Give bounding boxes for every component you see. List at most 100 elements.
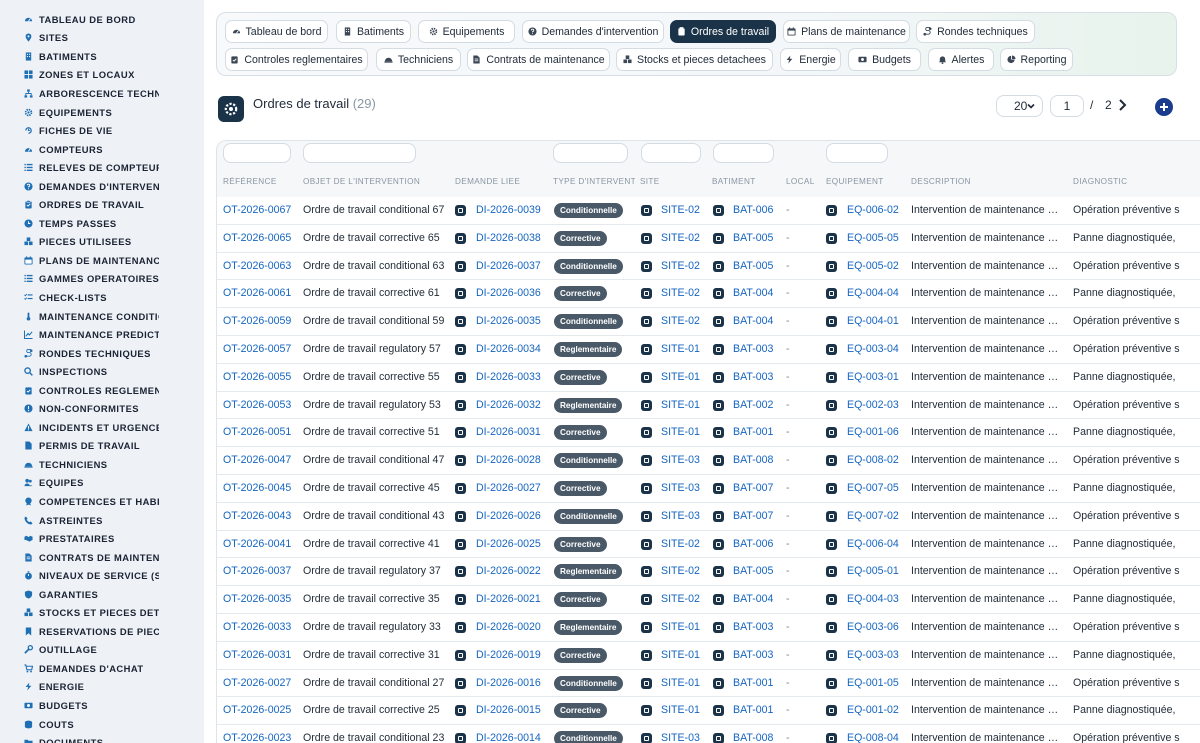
sidebar-item-competences-et-habilitations[interactable]: COMPETENCES ET HABILITATIONS [0, 492, 204, 511]
external-link-icon[interactable] [641, 427, 652, 439]
sidebar-item-permis-de-travail[interactable]: PERMIS DE TRAVAIL [0, 437, 204, 456]
site-link[interactable]: SITE-03 [661, 482, 709, 494]
external-link-icon[interactable] [455, 705, 466, 717]
external-link-icon[interactable] [641, 594, 652, 606]
sidebar-item-techniciens[interactable]: TECHNICIENS [0, 455, 204, 474]
sidebar-item-maintenance-predictive[interactable]: MAINTENANCE PREDICTIVE [0, 325, 204, 344]
external-link-icon[interactable] [641, 677, 652, 689]
external-link-icon[interactable] [455, 649, 466, 661]
tab-techniciens[interactable]: Techniciens [376, 48, 461, 71]
work-order-reference-link[interactable]: OT-2026-0065 [223, 232, 299, 244]
external-link-icon[interactable] [455, 566, 466, 578]
external-link-icon[interactable] [713, 288, 724, 300]
building-link[interactable]: BAT-005 [733, 565, 783, 577]
external-link-icon[interactable] [641, 288, 652, 300]
sidebar-item-compteurs[interactable]: COMPTEURS [0, 140, 204, 159]
sidebar-item-inspections[interactable]: INSPECTIONS [0, 362, 204, 381]
table-row[interactable]: OT-2026-0031 Ordre de travail corrective … [217, 642, 1200, 670]
tab-stocks-et-pieces-detachees[interactable]: Stocks et pieces detachees [616, 48, 773, 71]
chevron-right-icon[interactable] [1116, 96, 1130, 114]
tab-equipements[interactable]: Equipements [418, 20, 515, 43]
linked-request-link[interactable]: DI-2026-0014 [476, 732, 552, 743]
equipment-link[interactable]: EQ-001-06 [847, 426, 907, 438]
work-order-reference-link[interactable]: OT-2026-0051 [223, 426, 299, 438]
sidebar-item-couts[interactable]: COUTS [0, 715, 204, 734]
linked-request-link[interactable]: DI-2026-0031 [476, 426, 552, 438]
external-link-icon[interactable] [826, 371, 837, 383]
external-link-icon[interactable] [455, 371, 466, 383]
filter-batiment-input[interactable] [713, 143, 774, 163]
table-row[interactable]: OT-2026-0043 Ordre de travail conditional… [217, 503, 1200, 531]
external-link-icon[interactable] [455, 316, 466, 328]
linked-request-link[interactable]: DI-2026-0028 [476, 454, 552, 466]
linked-request-link[interactable]: DI-2026-0027 [476, 482, 552, 494]
external-link-icon[interactable] [641, 399, 652, 411]
linked-request-link[interactable]: DI-2026-0026 [476, 510, 552, 522]
sidebar-item-gammes-operatoires[interactable]: GAMMES OPERATOIRES [0, 270, 204, 289]
external-link-icon[interactable] [455, 733, 466, 743]
building-link[interactable]: BAT-001 [733, 677, 783, 689]
work-order-reference-link[interactable]: OT-2026-0057 [223, 343, 299, 355]
column-header-description[interactable]: DESCRIPTION [911, 177, 1067, 186]
tab-budgets[interactable]: Budgets [848, 48, 921, 71]
work-order-reference-link[interactable]: OT-2026-0045 [223, 482, 299, 494]
external-link-icon[interactable] [455, 343, 466, 355]
filter-site-input[interactable] [641, 143, 701, 163]
equipment-link[interactable]: EQ-004-03 [847, 593, 907, 605]
equipment-link[interactable]: EQ-004-01 [847, 315, 907, 327]
external-link-icon[interactable] [713, 343, 724, 355]
external-link-icon[interactable] [826, 594, 837, 606]
external-link-icon[interactable] [826, 316, 837, 328]
equipment-link[interactable]: EQ-001-05 [847, 677, 907, 689]
building-link[interactable]: BAT-004 [733, 287, 783, 299]
linked-request-link[interactable]: DI-2026-0025 [476, 538, 552, 550]
external-link-icon[interactable] [713, 677, 724, 689]
linked-request-link[interactable]: DI-2026-0035 [476, 315, 552, 327]
table-row[interactable]: OT-2026-0025 Ordre de travail corrective … [217, 697, 1200, 726]
work-order-reference-link[interactable]: OT-2026-0041 [223, 538, 299, 550]
external-link-icon[interactable] [455, 455, 466, 467]
external-link-icon[interactable] [455, 677, 466, 689]
external-link-icon[interactable] [641, 343, 652, 355]
external-link-icon[interactable] [641, 455, 652, 467]
external-link-icon[interactable] [641, 510, 652, 522]
sidebar-item-equipes[interactable]: EQUIPES [0, 474, 204, 493]
external-link-icon[interactable] [455, 510, 466, 522]
filter-objet-input[interactable] [303, 143, 416, 163]
external-link-icon[interactable] [641, 316, 652, 328]
building-link[interactable]: BAT-003 [733, 371, 783, 383]
equipment-link[interactable]: EQ-001-02 [847, 704, 907, 716]
equipment-link[interactable]: EQ-008-04 [847, 732, 907, 743]
linked-request-link[interactable]: DI-2026-0036 [476, 287, 552, 299]
external-link-icon[interactable] [713, 455, 724, 467]
work-order-reference-link[interactable]: OT-2026-0035 [223, 593, 299, 605]
external-link-icon[interactable] [455, 427, 466, 439]
sidebar-item-non-conformites[interactable]: NON-CONFORMITES [0, 399, 204, 418]
external-link-icon[interactable] [455, 288, 466, 300]
external-link-icon[interactable] [641, 566, 652, 578]
sidebar-item-zones-et-locaux[interactable]: ZONES ET LOCAUX [0, 66, 204, 85]
external-link-icon[interactable] [713, 232, 724, 244]
equipment-link[interactable]: EQ-005-02 [847, 260, 907, 272]
linked-request-link[interactable]: DI-2026-0020 [476, 621, 552, 633]
sidebar-item-energie[interactable]: ENERGIE [0, 678, 204, 697]
add-work-order-button[interactable] [1155, 98, 1173, 116]
linked-request-link[interactable]: DI-2026-0016 [476, 677, 552, 689]
filter-reference-input[interactable] [223, 143, 291, 163]
external-link-icon[interactable] [826, 566, 837, 578]
sidebar-item-temps-passes[interactable]: TEMPS PASSES [0, 214, 204, 233]
filter-equipement-input[interactable] [826, 143, 888, 163]
building-link[interactable]: BAT-007 [733, 482, 783, 494]
sidebar-item-demandes-d-achat[interactable]: DEMANDES D'ACHAT [0, 659, 204, 678]
filter-type-input[interactable] [553, 143, 628, 163]
external-link-icon[interactable] [826, 427, 837, 439]
external-link-icon[interactable] [713, 733, 724, 743]
work-order-reference-link[interactable]: OT-2026-0023 [223, 732, 299, 743]
external-link-icon[interactable] [713, 621, 724, 633]
site-link[interactable]: SITE-02 [661, 232, 709, 244]
linked-request-link[interactable]: DI-2026-0037 [476, 260, 552, 272]
table-row[interactable]: OT-2026-0023 Ordre de travail conditional… [217, 725, 1200, 743]
linked-request-link[interactable]: DI-2026-0019 [476, 649, 552, 661]
external-link-icon[interactable] [826, 482, 837, 494]
external-link-icon[interactable] [826, 232, 837, 244]
